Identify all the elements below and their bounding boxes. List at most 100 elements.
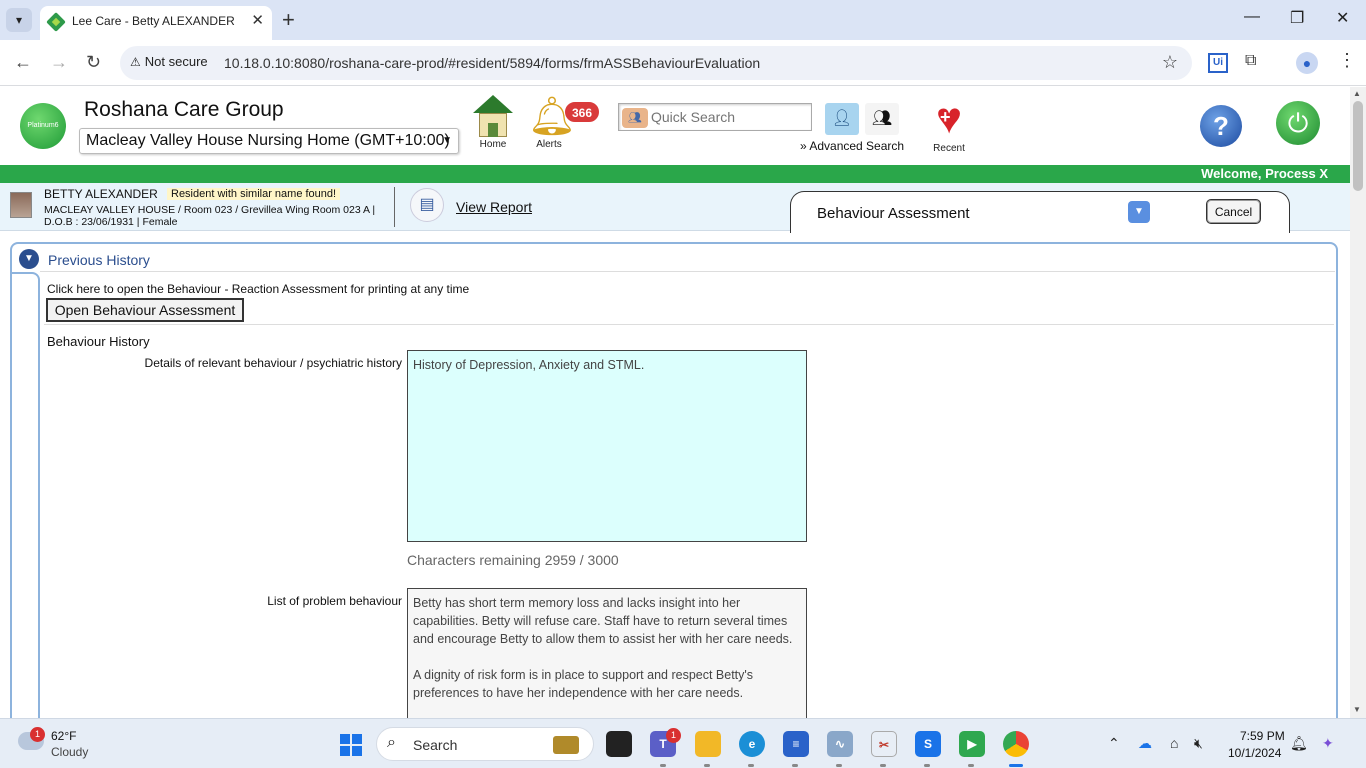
home-button[interactable]: Home [470, 95, 516, 150]
tab-list-button[interactable]: ▾ [6, 8, 32, 32]
cancel-button[interactable]: Cancel [1206, 199, 1261, 224]
person-check-icon: 👤︎ [831, 110, 853, 127]
temperature[interactable]: 62°F [51, 729, 76, 743]
view-report-link[interactable]: View Report [456, 199, 532, 215]
alerts-count-badge[interactable]: 366 [564, 101, 600, 123]
welcome-bar: Welcome, Process X [0, 165, 1350, 183]
staff-search-button[interactable]: 👥︎ [865, 103, 899, 135]
help-icon[interactable]: ? [1200, 105, 1242, 147]
windows-taskbar: 1 62°F Cloudy ⌕ Search T 1 e ≡ ∿ ✂ S ▶ ⌃… [0, 718, 1366, 768]
home-icon [473, 95, 513, 139]
quick-search-input[interactable] [651, 109, 801, 125]
resident-details: MACLEAY VALLEY HOUSE / Room 023 / Grevil… [44, 204, 376, 228]
edge-icon[interactable]: e [739, 731, 765, 757]
running-indicator [748, 764, 754, 767]
resident-name: BETTY ALEXANDER [44, 187, 158, 201]
problem-behaviour-textarea[interactable]: Betty has short term memory loss and lac… [407, 588, 807, 718]
scroll-up-icon[interactable]: ▲ [1353, 89, 1361, 98]
form-title: Behaviour Assessment [817, 205, 970, 222]
field-label-problem-behaviour: List of problem behaviour [267, 594, 402, 608]
notification-bell-icon[interactable]: 🔔︎ [1290, 735, 1308, 752]
url-text[interactable]: 10.18.0.10:8080/roshana-care-prod/#resid… [224, 55, 760, 71]
facility-select[interactable]: Macleay Valley House Nursing Home (GMT+1… [79, 128, 459, 154]
teams-badge: 1 [666, 728, 681, 743]
panel-title[interactable]: Previous History [48, 252, 150, 268]
network-icon[interactable]: ⌂ [1170, 735, 1178, 751]
taskbar-search-label: Search [413, 737, 458, 753]
app-content: Platinum6 Roshana Care Group Macleay Val… [0, 87, 1350, 718]
similar-name-warning: Resident with similar name found! [167, 188, 341, 200]
search-highlight-icon [553, 736, 579, 754]
form-dropdown-chevron-icon[interactable]: ▼ [1128, 201, 1150, 223]
people-search-icon: 👥︎ [622, 108, 648, 128]
page-scrollbar[interactable]: ▲ ▼ [1350, 87, 1366, 718]
file-explorer-icon[interactable] [695, 731, 721, 757]
volume-muted-icon[interactable]: 🔇︎ [1194, 735, 1203, 752]
divider [394, 187, 395, 227]
open-assessment-hint: Click here to open the Behaviour - React… [47, 282, 470, 296]
recent-button[interactable]: ♥ + Recent [926, 95, 972, 155]
org-name: Roshana Care Group [84, 98, 284, 121]
notepad-icon[interactable]: ≡ [783, 731, 809, 757]
back-icon[interactable]: ← [14, 52, 32, 73]
advanced-search-link[interactable]: » Advanced Search [800, 139, 904, 153]
app-s-icon[interactable]: S [915, 731, 941, 757]
not-secure-indicator[interactable]: ⚠ Not secure [130, 54, 208, 69]
browser-menu-icon[interactable]: ⋮ [1338, 50, 1356, 71]
weather-condition[interactable]: Cloudy [51, 745, 88, 759]
media-player-icon[interactable]: ▶ [959, 731, 985, 757]
chevron-down-icon: ▼ [442, 135, 452, 146]
browser-tab[interactable]: Lee Care - Betty ALEXANDER - l ✕ [40, 6, 272, 40]
resident-photo[interactable] [10, 192, 32, 218]
open-behaviour-assessment-button[interactable]: Open Behaviour Assessment [46, 298, 244, 322]
collapse-chevron-icon[interactable]: ▼ [19, 249, 39, 269]
home-label: Home [479, 139, 507, 150]
running-indicator [792, 764, 798, 767]
tab-close-icon[interactable]: ✕ [251, 11, 264, 29]
taskbar-search[interactable]: ⌕ Search [376, 727, 594, 761]
close-window-icon[interactable]: ✕ [1336, 8, 1349, 28]
running-indicator [924, 764, 930, 767]
quick-search-box[interactable]: 👥︎ [618, 103, 812, 131]
minimize-icon[interactable]: — [1244, 8, 1260, 26]
windows-start-icon[interactable] [340, 734, 362, 756]
new-tab-button[interactable]: + [282, 7, 295, 33]
extensions-icon[interactable]: ⧉ [1245, 52, 1256, 70]
bookmark-star-icon[interactable]: ☆ [1162, 52, 1178, 73]
search-icon: ⌕ [387, 734, 396, 751]
restore-icon[interactable]: ❐ [1290, 8, 1304, 28]
copilot-icon[interactable]: ✦ [1322, 735, 1334, 752]
omnibox[interactable]: ⚠ Not secure 10.18.0.10:8080/roshana-care… [120, 46, 1192, 80]
psychiatric-history-textarea[interactable]: History of Depression, Anxiety and STML. [407, 350, 807, 542]
performance-monitor-icon[interactable]: ∿ [827, 731, 853, 757]
clock-time[interactable]: 7:59 PM [1240, 729, 1285, 743]
welcome-text: Welcome, Process X [1201, 166, 1328, 181]
power-logout-icon[interactable]: ⏻ [1276, 101, 1320, 145]
snipping-tool-icon[interactable]: ✂ [871, 731, 897, 757]
clock-date[interactable]: 10/1/2024 [1228, 746, 1281, 760]
running-indicator [704, 764, 710, 767]
scroll-down-icon[interactable]: ▼ [1353, 705, 1361, 714]
chrome-icon[interactable] [1003, 731, 1029, 757]
running-indicator [968, 764, 974, 767]
tray-chevron-up-icon[interactable]: ⌃ [1108, 735, 1120, 752]
resident-bar: BETTY ALEXANDER Resident with similar na… [0, 183, 1350, 233]
not-secure-label: Not secure [144, 54, 208, 69]
report-icon[interactable]: ▤ [410, 188, 444, 222]
scrollbar-thumb[interactable] [1353, 101, 1363, 191]
alerts-button[interactable]: 🔔︎ Alerts [528, 95, 577, 150]
profile-avatar-icon[interactable]: ● [1296, 52, 1318, 74]
reload-icon[interactable]: ↻ [86, 52, 101, 73]
running-indicator [836, 764, 842, 767]
tab-title: Lee Care - Betty ALEXANDER - l [72, 14, 237, 28]
group-icon: 👥︎ [871, 110, 893, 127]
resident-search-button[interactable]: 👤︎ [825, 103, 859, 135]
browser-tab-bar: ▾ Lee Care - Betty ALEXANDER - l ✕ + — ❐… [0, 0, 1366, 40]
alerts-label: Alerts [536, 139, 562, 150]
platinum-logo: Platinum6 [20, 103, 66, 149]
forward-icon[interactable]: → [50, 52, 68, 73]
task-view-icon[interactable] [606, 731, 632, 757]
uipath-extension-icon[interactable]: Ui [1208, 53, 1228, 73]
bell-icon: 🔔︎ [528, 96, 577, 138]
onedrive-cloud-icon[interactable]: ☁ [1138, 735, 1152, 752]
